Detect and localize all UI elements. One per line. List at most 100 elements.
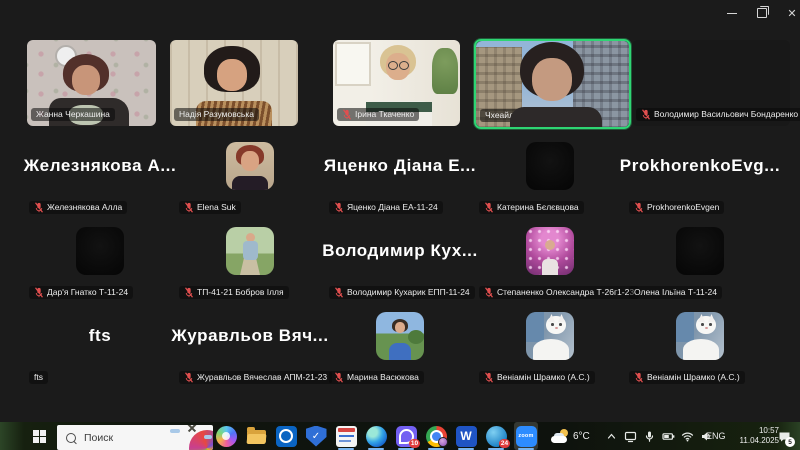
viber-badge: 10	[409, 439, 420, 448]
participant-tile[interactable]: Elena Suk	[175, 134, 325, 219]
participant-name: Веніамін Шрамко (А.С.)	[497, 372, 590, 383]
search-highlights-graphic	[167, 425, 213, 450]
search-box[interactable]: Поиск	[57, 425, 213, 450]
participant-tile[interactable]: Чхеайло Ірина	[474, 39, 631, 129]
participant-tile[interactable]: Веніамін Шрамко (А.С.)	[625, 304, 775, 389]
participant-name: ТП-41-21 Бобров Ілля	[197, 287, 284, 298]
participant-name: Степаненко Олександра Т-26г1-23	[497, 287, 634, 298]
chrome-profile-badge	[438, 437, 448, 447]
participant-tile[interactable]: Степаненко Олександра Т-26г1-23	[475, 219, 625, 304]
language-indicator[interactable]: ENG	[706, 422, 726, 450]
muted-mic-icon	[484, 202, 494, 213]
participant-name-label: Веніамін Шрамко (А.С.)	[479, 371, 595, 384]
participant-display-name: Яценко Діана Е...	[319, 156, 481, 176]
muted-mic-icon	[342, 109, 352, 120]
participant-tile[interactable]: Яценко Діана Е...Яценко Діана ЕА-11-24	[325, 134, 475, 219]
chrome-taskbar-icon[interactable]	[424, 422, 448, 450]
participant-tile[interactable]: ТП-41-21 Бобров Ілля	[175, 219, 325, 304]
weather-widget[interactable]: 6°C	[551, 422, 590, 450]
action-center-button[interactable]: 5	[772, 422, 796, 450]
muted-mic-icon	[34, 287, 44, 298]
windows-security-taskbar-icon[interactable]	[304, 422, 328, 450]
participant-name-label: Ірина Ткаченко	[337, 108, 419, 121]
avatar	[226, 142, 274, 190]
participant-name-label: Веніамін Шрамко (А.С.)	[629, 371, 745, 384]
participant-name: Дар'я Гнатко Т-11-24	[47, 287, 128, 298]
participant-name-label: ТП-41-21 Бобров Ілля	[179, 286, 289, 299]
participant-tile[interactable]: Дар'я Гнатко Т-11-24	[25, 219, 175, 304]
participant-tile[interactable]: Катерина Бєлєвцова	[475, 134, 625, 219]
participant-name: Elena Suk	[197, 202, 236, 213]
muted-mic-icon	[184, 287, 194, 298]
muted-mic-icon	[34, 202, 44, 213]
viber-taskbar-icon[interactable]: 10	[394, 422, 418, 450]
edge-taskbar-icon[interactable]	[364, 422, 388, 450]
participant-tile[interactable]: Веніамін Шрамко (А.С.)	[475, 304, 625, 389]
muted-mic-icon	[334, 372, 344, 383]
muted-mic-icon	[334, 287, 344, 298]
participant-name-label: Яценко Діана ЕА-11-24	[329, 201, 443, 214]
muted-mic-icon	[634, 372, 644, 383]
participant-name: Катерина Бєлєвцова	[497, 202, 579, 213]
participant-name-label: Катерина Бєлєвцова	[479, 201, 584, 214]
participant-tile[interactable]: ftsfts	[25, 304, 175, 389]
participant-tile[interactable]: Ірина Ткаченко	[333, 40, 460, 126]
wifi-icon[interactable]	[680, 429, 694, 443]
system-tray	[604, 422, 713, 450]
chevron-up-icon[interactable]	[604, 429, 618, 443]
avatar	[526, 142, 574, 190]
participant-name-label: Олена Ільїна Т-11-24	[629, 286, 722, 299]
muted-mic-icon	[334, 202, 344, 213]
avatar	[526, 227, 574, 275]
taskbar-apps: 10 24	[214, 422, 538, 450]
muted-mic-icon	[184, 202, 194, 213]
participant-tile[interactable]: Железнякова А...Железнякова Алла	[25, 134, 175, 219]
zoom-taskbar-icon[interactable]	[514, 422, 538, 450]
close-icon[interactable]	[779, 4, 800, 22]
participant-name: Олена Ільїна Т-11-24	[634, 287, 717, 298]
participant-tile[interactable]: Жанна Черкашина	[27, 40, 156, 126]
participant-display-name: fts	[19, 326, 181, 346]
participant-name: Жанна Черкашина	[36, 109, 110, 120]
battery-icon[interactable]	[661, 429, 675, 443]
participant-tile[interactable]: Марина Васюкова	[325, 304, 475, 389]
search-placeholder: Поиск	[84, 432, 113, 444]
avatar	[376, 312, 424, 360]
privat24-badge: 24	[499, 439, 510, 448]
document-app-taskbar-icon[interactable]	[334, 422, 358, 450]
minimize-icon[interactable]	[719, 4, 745, 22]
participant-display-name: ProkhorenkoEvg...	[619, 156, 781, 176]
privat24-taskbar-icon[interactable]: 24	[484, 422, 508, 450]
start-button[interactable]	[24, 422, 54, 450]
participant-name-label: Марина Васюкова	[329, 371, 424, 384]
avatar	[676, 227, 724, 275]
word-taskbar-icon[interactable]	[454, 422, 478, 450]
restore-icon[interactable]	[749, 4, 775, 22]
display-icon[interactable]	[623, 429, 637, 443]
file-explorer-taskbar-icon[interactable]	[244, 422, 268, 450]
taskbar: Поиск 1024 6°C ENG 10:57 11.04.2025 5	[0, 422, 800, 450]
participant-name-label: fts	[29, 371, 48, 384]
participant-tile[interactable]: Олена Ільїна Т-11-24	[625, 219, 775, 304]
participant-tile[interactable]: Журавльов Вяч...Журавльов Вячеслав АПМ-2…	[175, 304, 325, 389]
participant-display-name: Володимир Кух...	[319, 241, 481, 261]
participant-name: Железнякова Алла	[47, 202, 122, 213]
microphone-icon[interactable]	[642, 429, 656, 443]
participant-name-label: Elena Suk	[179, 201, 241, 214]
search-icon	[66, 433, 76, 443]
muted-mic-icon	[484, 287, 494, 298]
desktop-screen: Жанна Черкашина Надія Разумовська Ірина Тк…	[0, 0, 800, 450]
participant-tile[interactable]: Володимир Васильович Бондаренко	[632, 40, 790, 126]
participant-name-label: Журавльов Вячеслав АПМ-21-23	[179, 371, 332, 384]
participant-tile[interactable]: Надія Разумовська	[170, 40, 298, 126]
participant-tile[interactable]: ProkhorenkoEvg...ProkhorenkoEvgen	[625, 134, 775, 219]
participant-name: Яценко Діана ЕА-11-24	[347, 202, 438, 213]
notification-count-badge: 5	[785, 437, 795, 447]
participant-tile[interactable]: Володимир Кух...Володимир Кухарик ЕПП-11…	[325, 219, 475, 304]
participant-name: Журавльов Вячеслав АПМ-21-23	[197, 372, 327, 383]
outlook-taskbar-icon[interactable]	[274, 422, 298, 450]
participant-name-label: Железнякова Алла	[29, 201, 127, 214]
windows-logo-icon	[33, 430, 46, 443]
copilot-taskbar-icon[interactable]	[214, 422, 238, 450]
muted-mic-icon	[641, 109, 651, 120]
